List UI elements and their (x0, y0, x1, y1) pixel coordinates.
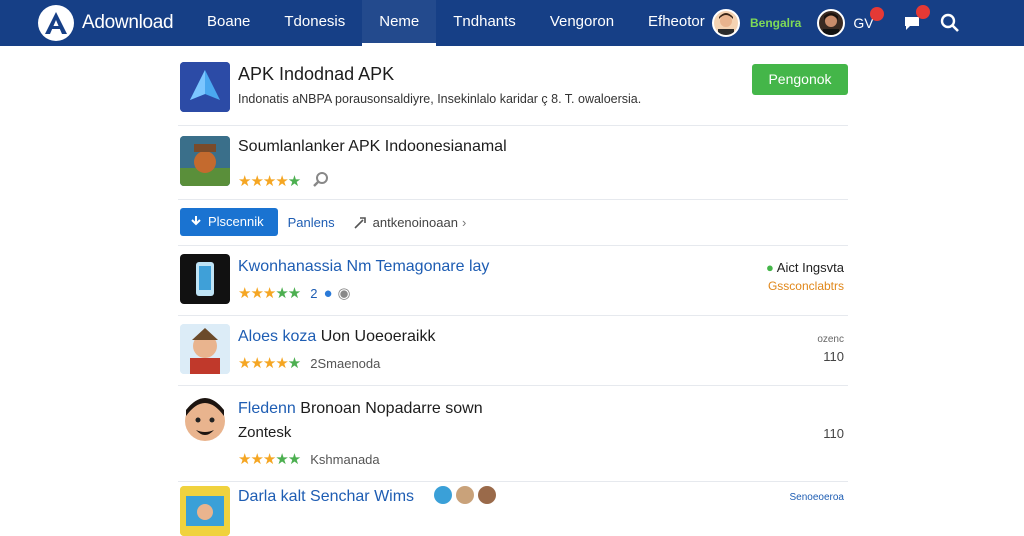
app-icon (180, 324, 230, 374)
item-right-meta: 110 (823, 426, 844, 441)
share-label: antkenoinoaan (372, 214, 458, 230)
rating-stars: ★★★ ★★ 2 ● ◉ (238, 284, 351, 303)
featured-row[interactable]: APK Indodnad APK Indonatis aNBPA porauso… (178, 54, 848, 126)
item-meta: 2 (310, 285, 318, 301)
app-icon (180, 254, 230, 304)
item-meta: Kshmanada (310, 451, 380, 467)
notification-dot (869, 7, 884, 21)
avatar (478, 486, 496, 504)
list-item[interactable]: Darla kalt Senchar Wims Senoeoeroa (178, 482, 848, 536)
app-icon (180, 136, 230, 186)
nav-item-6[interactable]: Efheotor (631, 0, 722, 46)
item-title[interactable]: Kwonhanassia Nm Temagonare lay (238, 258, 489, 276)
app-icon (180, 486, 230, 536)
rating-stars: ★★★ ★★ Kshmanada (238, 451, 380, 468)
rating-stars: ★★★★ ★ (238, 170, 330, 192)
nav-item-5[interactable]: Vengoron (533, 0, 631, 46)
secondary-link[interactable]: Panlens (288, 215, 335, 230)
actions-row: Plscennik Panlens antkenoinoaan › (178, 200, 848, 246)
brand-name: Adownload (82, 12, 174, 33)
drop-icon: ● (323, 284, 332, 302)
list-item[interactable]: Soumlanlanker APK Indoonesianamal ★★★★ ★ (178, 126, 848, 200)
item-right-bottom: Gssconclabtrs (767, 279, 844, 293)
share-link[interactable]: antkenoinoaan › (353, 214, 467, 230)
user-avatar[interactable] (712, 9, 740, 37)
list-item[interactable]: Fledenn Bronoan Nopadarre sown Zontesk ★… (178, 386, 848, 482)
item-right-meta: Senoeoeroa (790, 492, 845, 503)
second-avatar[interactable] (817, 9, 846, 37)
brand-logo[interactable]: Adownload (38, 5, 174, 41)
item-title[interactable]: Darla kalt Senchar Wims (238, 488, 414, 506)
download-button[interactable]: Plscennik (180, 208, 278, 236)
app-list: APK Indodnad APK Indonatis aNBPA porauso… (178, 54, 848, 536)
featured-app-icon (180, 62, 230, 112)
logo-a-icon (38, 5, 74, 41)
item-right-meta: ● Aict Ingsvta Gssconclabtrs (766, 260, 844, 293)
top-nav-bar: Adownload Boane Tdonesis Neme Tndhants V… (0, 0, 1024, 46)
rating-stars: ★★★★ ★ 2Smaenoda (238, 355, 381, 372)
magnifier-icon[interactable] (312, 170, 330, 192)
nav-item-4[interactable]: Tndhants (436, 0, 533, 46)
featured-description: Indonatis aNBPA porausonsaldiyre, Inseki… (238, 92, 642, 106)
featured-action-button[interactable]: Pengonok (752, 64, 848, 95)
info-icon[interactable]: ◉ (338, 284, 351, 302)
avatar (434, 486, 452, 504)
item-title[interactable]: Fledenn Bronoan Nopadarre sown (238, 400, 483, 418)
message-dot (915, 5, 930, 19)
user-area: Bengalra GV (712, 0, 964, 46)
item-right-top: Aict Ingsvta (776, 260, 844, 275)
item-right-top: Senoeoeroa (789, 492, 845, 503)
item-title[interactable]: Aloes koza Uon Uoeoeraikk (238, 328, 435, 346)
featured-title[interactable]: APK Indodnad APK (238, 64, 394, 85)
item-subtitle: Zontesk (238, 424, 292, 441)
item-right-bottom: 110 (823, 426, 844, 441)
list-item[interactable]: Kwonhanassia Nm Temagonare lay ★★★ ★★ 2 ●… (178, 246, 848, 316)
messages-icon[interactable] (898, 5, 930, 37)
item-meta: 2Smaenoda (310, 355, 381, 371)
search-icon[interactable] (936, 9, 964, 37)
item-right-top: ozenc (817, 334, 844, 345)
app-icon (180, 396, 230, 446)
download-label: Plscennik (208, 214, 264, 229)
user-name[interactable]: Bengalra (750, 16, 801, 30)
notifications[interactable]: GV (853, 7, 884, 31)
nav-item-3-active[interactable]: Neme (362, 0, 437, 46)
main-nav: Boane Tdonesis Neme Tndhants Vengoron Ef… (190, 0, 722, 46)
participant-avatars (434, 486, 496, 504)
chevron-right-icon: › (461, 214, 467, 230)
item-right-bottom: 110 (823, 349, 844, 364)
item-right-meta: ozenc 110 (817, 334, 844, 364)
nav-item-1[interactable]: Boane (190, 0, 267, 46)
item-title[interactable]: Soumlanlanker APK Indoonesianamal (238, 138, 507, 156)
list-item[interactable]: Aloes koza Uon Uoeoeraikk ★★★★ ★ 2Smaenod… (178, 316, 848, 386)
nav-item-2[interactable]: Tdonesis (267, 0, 362, 46)
avatar (456, 486, 474, 504)
